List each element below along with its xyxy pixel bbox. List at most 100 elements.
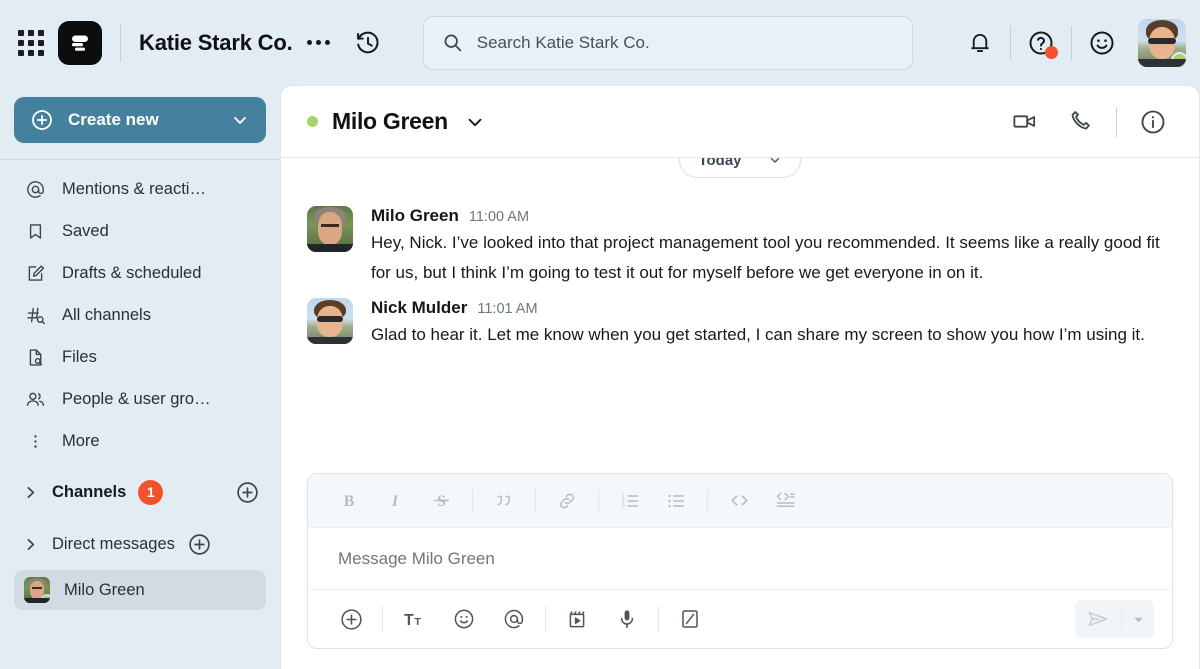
mention-button[interactable]: [489, 597, 539, 641]
strikethrough-button[interactable]: S: [418, 481, 464, 521]
hash-search-icon: [24, 305, 46, 326]
blockquote-button[interactable]: [481, 481, 527, 521]
search-placeholder: Search Katie Stark Co.: [476, 32, 650, 52]
notifications-button[interactable]: [954, 17, 1006, 69]
action-divider: [1010, 25, 1011, 60]
message-text: Hey, Nick. I’ve looked into that project…: [371, 233, 1160, 282]
draw-icon: [682, 610, 698, 628]
sidebar-item-drafts[interactable]: Drafts & scheduled: [14, 252, 266, 294]
message-item: Nick Mulder 11:01 AM Glad to hear it. Le…: [281, 288, 1199, 350]
chevron-right-icon: [20, 536, 40, 553]
conversation-title: Milo Green: [332, 108, 448, 134]
date-divider: Today: [281, 158, 1199, 178]
toolbar-divider: [658, 606, 659, 632]
sidebar: Create new Mentions & reacti… Saved Draf…: [0, 85, 280, 669]
send-options-button[interactable]: [1122, 600, 1154, 638]
italic-button[interactable]: I: [372, 481, 418, 521]
conversation-details-button[interactable]: [1125, 96, 1181, 148]
inline-code-button[interactable]: [716, 481, 762, 521]
date-divider-pill[interactable]: Today: [679, 158, 801, 178]
app-window: Katie Stark Co. Search Katie Stark Co. C…: [0, 0, 1200, 669]
search-input[interactable]: Search Katie Stark Co.: [422, 15, 913, 70]
sidebar-item-label: Mentions & reacti…: [62, 179, 206, 198]
sidebar-item-more[interactable]: More: [14, 420, 266, 462]
sidebar-item-label: Drafts & scheduled: [62, 263, 202, 282]
action-divider: [1071, 25, 1072, 60]
message-list[interactable]: Today Milo Green 11:00 AM Hey, Nick. I’v…: [281, 158, 1199, 473]
add-channel-button[interactable]: [235, 480, 260, 505]
pumble-logo-icon[interactable]: [58, 20, 102, 65]
sidebar-dm-milo-green[interactable]: Milo Green: [14, 570, 266, 610]
sidebar-item-label: Files: [62, 347, 97, 366]
workspace-title: Katie Stark Co.: [139, 29, 293, 55]
sidebar-item-saved[interactable]: Saved: [14, 210, 266, 252]
people-icon: [24, 389, 46, 410]
message-composer: B I S 1 2 3 Message Milo Green T T: [307, 473, 1173, 649]
message-author[interactable]: Milo Green: [371, 206, 459, 226]
history-clock-icon[interactable]: [354, 29, 382, 57]
sidebar-item-label: All channels: [62, 305, 151, 324]
formatting-toolbar: B I S 1 2 3: [308, 474, 1172, 528]
message-timestamp: 11:01 AM: [477, 301, 538, 317]
chevron-right-icon: [20, 484, 40, 501]
code-block-icon: [776, 492, 795, 507]
avatar[interactable]: [307, 298, 353, 344]
bulleted-list-button[interactable]: [653, 481, 699, 521]
sidebar-divider: [0, 159, 280, 160]
set-status-button[interactable]: [1076, 17, 1128, 69]
chevron-down-icon[interactable]: [464, 111, 486, 133]
video-camera-icon: [1012, 115, 1035, 128]
conversation-panel: Milo Green Today Milo Green 11:00 AM Hey…: [280, 85, 1200, 669]
composer-actions: T T: [308, 590, 1172, 648]
sidebar-section-direct-messages[interactable]: Direct messages: [14, 522, 266, 566]
ordered-list-icon: 1 2 3: [622, 493, 639, 509]
plus-circle-icon: [32, 110, 52, 130]
start-video-call-button[interactable]: [996, 96, 1052, 148]
record-audio-clip-button[interactable]: [602, 597, 652, 641]
plus-circle-icon: [340, 608, 362, 630]
bold-button[interactable]: B: [326, 481, 372, 521]
sidebar-section-channels[interactable]: Channels 1: [14, 470, 266, 514]
message-body: Nick Mulder 11:01 AM Glad to hear it. Le…: [371, 298, 1173, 350]
toolbar-divider: [598, 488, 599, 513]
toolbar-divider: [382, 606, 383, 632]
new-direct-message-button[interactable]: [187, 532, 212, 557]
message-input-placeholder: Message Milo Green: [338, 548, 495, 568]
search-area: Search Katie Stark Co.: [382, 15, 955, 70]
sidebar-item-mentions[interactable]: Mentions & reacti…: [14, 168, 266, 210]
info-circle-icon: [1141, 110, 1165, 133]
sidebar-item-all-channels[interactable]: All channels: [14, 294, 266, 336]
ordered-list-button[interactable]: 1 2 3: [607, 481, 653, 521]
message-item: Milo Green 11:00 AM Hey, Nick. I’ve look…: [281, 196, 1199, 288]
whiteboard-button[interactable]: [665, 597, 715, 641]
record-video-clip-button[interactable]: [552, 597, 602, 641]
send-button[interactable]: [1075, 600, 1121, 638]
insert-link-button[interactable]: [544, 481, 590, 521]
top-bar: Katie Stark Co. Search Katie Stark Co.: [0, 0, 1200, 85]
sidebar-item-label: Saved: [62, 221, 109, 240]
message-author[interactable]: Nick Mulder: [371, 298, 467, 318]
code-block-button[interactable]: [762, 481, 808, 521]
sidebar-item-people[interactable]: People & user gro…: [14, 378, 266, 420]
message-text: Glad to hear it. Let me know when you ge…: [371, 325, 1145, 344]
app-grid-icon[interactable]: [18, 29, 44, 56]
message-input[interactable]: Message Milo Green: [308, 528, 1172, 590]
user-avatar[interactable]: [1138, 18, 1188, 69]
create-new-button[interactable]: Create new: [14, 97, 266, 143]
help-button[interactable]: [1015, 17, 1067, 69]
sidebar-item-files[interactable]: Files: [14, 336, 266, 378]
bold-icon: B: [344, 493, 355, 510]
top-bar-actions: [954, 17, 1188, 69]
svg-text:I: I: [391, 493, 399, 510]
ellipsis-icon[interactable]: [306, 40, 330, 45]
avatar-image: [1138, 18, 1186, 67]
app-body: Create new Mentions & reacti… Saved Draf…: [0, 85, 1200, 669]
start-audio-call-button[interactable]: [1052, 96, 1108, 148]
svg-text:T: T: [414, 617, 421, 628]
emoji-picker-button[interactable]: [439, 597, 489, 641]
bulleted-list-icon: [668, 494, 685, 507]
text-format-icon: T T: [404, 612, 421, 629]
attach-button[interactable]: [326, 597, 376, 641]
avatar[interactable]: [307, 206, 353, 252]
text-format-button[interactable]: T T: [389, 597, 439, 641]
